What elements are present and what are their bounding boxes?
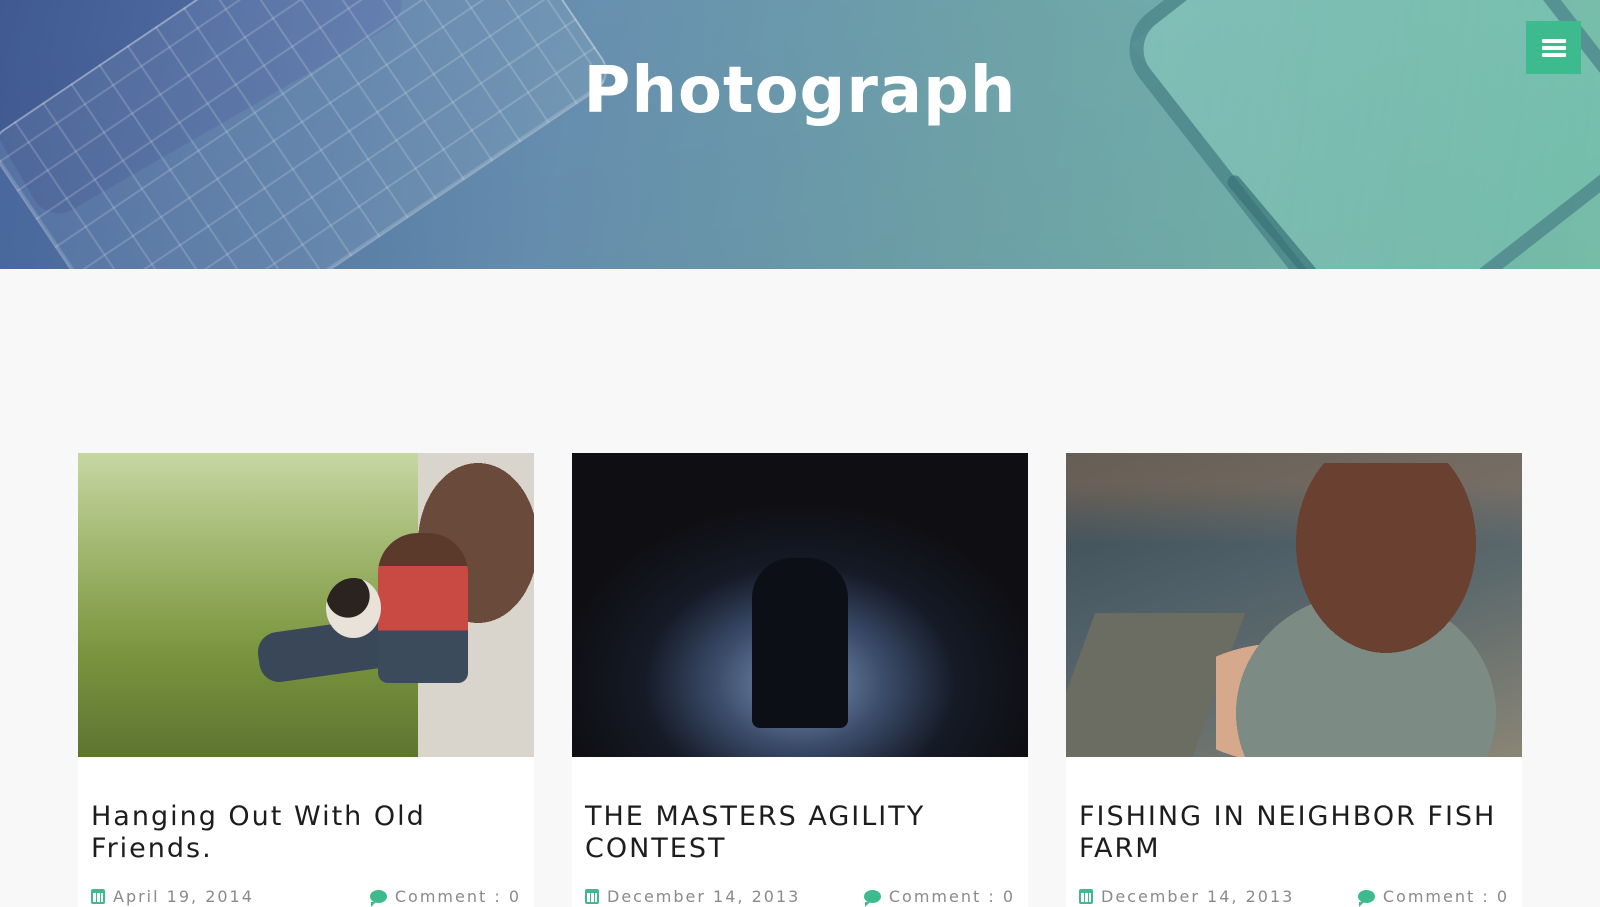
post-meta: December 14, 2013 Comment : 0 [585, 887, 1015, 907]
post-thumbnail[interactable] [1066, 453, 1522, 757]
comment-icon [1357, 890, 1375, 907]
post-card: FISHING IN NEIGHBOR FISH FARM December 1… [1066, 453, 1522, 907]
post-date: December 14, 2013 [1079, 887, 1294, 906]
post-title[interactable]: THE MASTERS AGILITY CONTEST [585, 801, 1015, 865]
post-card: THE MASTERS AGILITY CONTEST December 14,… [572, 453, 1028, 907]
post-title[interactable]: Hanging Out With Old Friends. [91, 801, 521, 865]
post-comments[interactable]: Comment : 0 [369, 887, 521, 907]
hero-banner: Photograph [0, 0, 1600, 269]
post-card: Hanging Out With Old Friends. April 19, … [78, 453, 534, 907]
comment-icon [863, 890, 881, 907]
site-title[interactable]: Photograph [0, 54, 1600, 128]
calendar-icon [585, 889, 599, 904]
post-title[interactable]: FISHING IN NEIGHBOR FISH FARM [1079, 801, 1509, 865]
post-grid: Hanging Out With Old Friends. April 19, … [78, 453, 1524, 907]
post-meta: December 14, 2013 Comment : 0 [1079, 887, 1509, 907]
calendar-icon [91, 889, 105, 904]
calendar-icon [1079, 889, 1093, 904]
post-date: December 14, 2013 [585, 887, 800, 906]
menu-button[interactable] [1526, 21, 1581, 74]
post-comments[interactable]: Comment : 0 [863, 887, 1015, 907]
post-meta: April 19, 2014 Comment : 0 [91, 887, 521, 907]
hamburger-menu-icon [1541, 38, 1566, 57]
post-comments[interactable]: Comment : 0 [1357, 887, 1509, 907]
comment-icon [369, 890, 387, 907]
post-thumbnail[interactable] [572, 453, 1028, 757]
post-date: April 19, 2014 [91, 887, 254, 906]
post-thumbnail[interactable] [78, 453, 534, 757]
